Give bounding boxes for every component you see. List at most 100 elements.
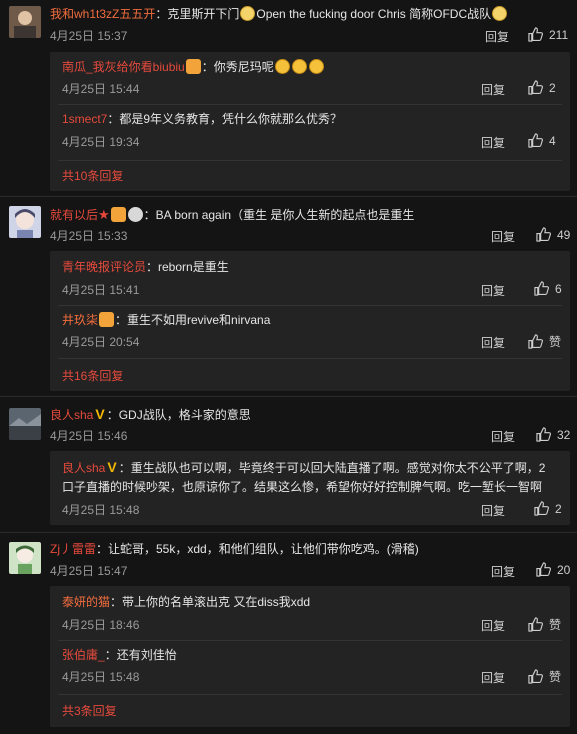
thumbs-up-icon (536, 562, 551, 577)
like-count: 2 (555, 501, 562, 516)
timestamp: 4月25日 15:37 (50, 29, 128, 43)
reply-button[interactable]: 回复 (481, 669, 505, 686)
vip-crown-icon (110, 207, 126, 222)
reply-timestamp: 4月25日 19:34 (62, 135, 140, 149)
laugh-emoji-icon (291, 59, 307, 74)
comment-text: ：克里斯开下门 (155, 7, 240, 21)
username[interactable]: 就有以后 (50, 208, 98, 222)
reply-button[interactable]: 回复 (481, 502, 505, 519)
reply-timestamp: 4月25日 20:54 (62, 335, 140, 349)
replies-box: 泰妍的猫：带上你的名单滚出克 又在diss我xdd 4月25日 18:46 回复… (50, 586, 570, 727)
like-count: 4 (549, 133, 556, 148)
reply-button[interactable]: 回复 (481, 282, 505, 299)
comment-text: ：BA born again（重生 是你人生新的起点也是重生 (143, 208, 415, 222)
like-count: 2 (549, 80, 556, 95)
reply-button[interactable]: 回复 (491, 428, 515, 445)
username[interactable]: 我和wh1t3zZ五五开 (50, 7, 155, 21)
laugh-emoji-icon (274, 59, 290, 74)
reply-button[interactable]: 回复 (491, 228, 515, 245)
view-more-replies-link[interactable]: 共16条回复 (62, 367, 123, 384)
reply-button[interactable]: 回复 (481, 81, 505, 98)
reply-text: ：reborn是重生 (146, 260, 229, 274)
username[interactable]: Zj丿雷雷 (50, 542, 96, 556)
comment-text: ：GDJ战队，格斗家的意思 (106, 408, 251, 422)
reply-text: ：你秀尼玛呢 (201, 60, 274, 74)
like-button[interactable]: 20 (536, 562, 570, 577)
divider (58, 104, 562, 105)
view-more-replies-link[interactable]: 共3条回复 (62, 702, 117, 719)
comment-text-2: Open the fucking door Chris 简称OFDC战队 (256, 7, 492, 21)
divider (58, 160, 562, 161)
reply-body: 井玖柒 ：重生不如用revive和nirvana (62, 312, 270, 329)
like-button[interactable]: 32 (536, 427, 570, 442)
vip-crown-icon (185, 59, 201, 74)
replies-box: 良人sha V ：重生战队也可以啊，毕竟终于可以回大陆直播了啊。感觉对你太不公平了啊… (50, 451, 570, 525)
reply-body: 南瓜_我灰给你看biubiu ：你秀尼玛呢 (62, 59, 325, 76)
avatar[interactable] (9, 542, 41, 574)
like-count: 赞 (549, 618, 562, 632)
avatar[interactable] (9, 206, 41, 238)
like-button[interactable]: 211 (528, 27, 568, 42)
reply-button[interactable]: 回复 (485, 28, 509, 45)
avatar[interactable] (9, 6, 41, 38)
verified-v-icon: V (95, 406, 105, 422)
timestamp: 4月25日 15:46 (50, 429, 128, 443)
laugh-emoji-icon (308, 59, 324, 74)
reply-button[interactable]: 回复 (481, 334, 505, 351)
divider (0, 532, 577, 533)
reply-text: ：都是9年义务教育，凭什么你就那么优秀？ (107, 112, 343, 126)
reply-body: 1smect7：都是9年义务教育，凭什么你就那么优秀？ (62, 111, 342, 128)
like-count: 赞 (549, 335, 562, 349)
like-button[interactable]: 4 (528, 133, 556, 148)
reply-body: 良人sha V ：重生战队也可以啊，毕竟终于可以回大陆直播了啊。感觉对你太不公平了啊… (62, 459, 545, 477)
reply-username[interactable]: 张伯庸_ (62, 648, 105, 662)
reply-text: ：还有刘佳怡 (104, 648, 177, 662)
reply-button[interactable]: 回复 (481, 617, 505, 634)
thumbs-up-icon (528, 669, 543, 684)
comment-body: Zj丿雷雷：让蛇哥，55k，xdd，和他们组队，让他们带你吃鸡。(滑稽) (50, 541, 419, 558)
like-button[interactable]: 赞 (528, 668, 561, 685)
like-count: 6 (555, 281, 562, 296)
reply-timestamp: 4月25日 18:46 (62, 618, 140, 632)
reply-button[interactable]: 回复 (491, 563, 515, 580)
reply-username[interactable]: 青年晚报评论员 (62, 260, 146, 274)
timestamp: 4月25日 15:47 (50, 564, 128, 578)
like-button[interactable]: 49 (536, 227, 570, 242)
like-button[interactable]: 6 (534, 281, 562, 296)
reply-timestamp: 4月25日 15:44 (62, 82, 140, 96)
reply-username[interactable]: 南瓜_我灰给你看biubiu (62, 60, 185, 74)
replies-box: 青年晚报评论员：reborn是重生 4月25日 15:41 回复 6 井玖柒 ：重… (50, 251, 570, 391)
thumbs-up-icon (534, 501, 549, 516)
reply-username[interactable]: 1smect7 (62, 112, 107, 126)
like-count: 32 (557, 427, 571, 442)
avatar[interactable] (9, 408, 41, 440)
divider (58, 358, 562, 359)
vip-crown-icon (99, 312, 115, 327)
like-button[interactable]: 2 (534, 501, 562, 516)
like-button[interactable]: 赞 (528, 616, 561, 633)
like-button[interactable]: 2 (528, 80, 556, 95)
view-more-replies-link[interactable]: 共10条回复 (62, 167, 123, 184)
like-count: 赞 (549, 670, 562, 684)
comment-text: ：让蛇哥，55k，xdd，和他们组队，让他们带你吃鸡。(滑稽) (96, 542, 419, 556)
reply-username[interactable]: 良人sha (62, 461, 105, 475)
reply-timestamp: 4月25日 15:48 (62, 670, 140, 684)
like-count: 211 (549, 27, 569, 42)
divider (0, 396, 577, 397)
thumbs-up-icon (528, 80, 543, 95)
thumbs-up-icon (536, 227, 551, 242)
reply-body: 张伯庸_：还有刘佳怡 (62, 647, 177, 664)
username[interactable]: 良人sha (50, 408, 93, 422)
divider (58, 305, 562, 306)
like-count: 49 (557, 227, 571, 242)
like-button[interactable]: 赞 (528, 333, 561, 350)
divider (58, 640, 562, 641)
reply-username[interactable]: 泰妍的猫 (62, 595, 110, 609)
reply-body: 泰妍的猫：带上你的名单滚出克 又在diss我xdd (62, 594, 310, 611)
divider (58, 694, 562, 695)
thumbs-up-icon (536, 427, 551, 442)
reply-timestamp: 4月25日 15:48 (62, 503, 140, 517)
reply-button[interactable]: 回复 (481, 134, 505, 151)
star-badge-icon: ★ (98, 207, 110, 222)
reply-username[interactable]: 井玖柒 (62, 313, 98, 327)
